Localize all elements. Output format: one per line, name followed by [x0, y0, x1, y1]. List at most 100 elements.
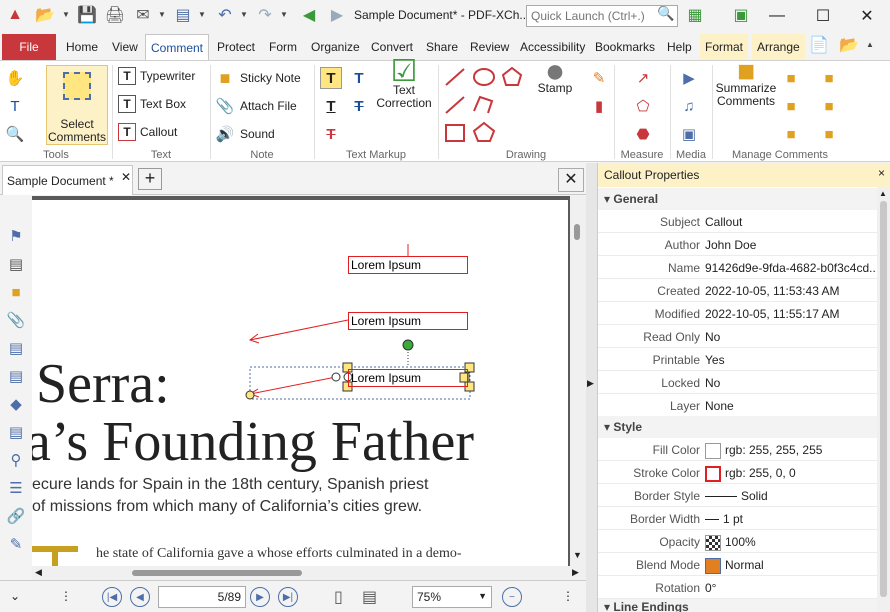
forward-icon[interactable]: ▶	[326, 4, 348, 26]
summarize-comments-button[interactable]: ■ Summarize Comments	[714, 57, 778, 108]
prop-value[interactable]: Callout	[705, 215, 875, 229]
prop-row-stroke-color[interactable]: Stroke Color rgb: 255, 0, 0	[598, 461, 878, 484]
audio-icon[interactable]: ♫	[678, 95, 700, 117]
prop-value[interactable]: Solid	[705, 489, 875, 503]
next-page-button[interactable]: ▶	[250, 587, 270, 607]
callout-annotation-2[interactable]: Lorem Ipsum	[348, 312, 468, 330]
callout-annotation-1[interactable]: Lorem Ipsum	[348, 256, 468, 274]
continuous-page-icon[interactable]: ▤	[362, 587, 377, 607]
sticky-note-button[interactable]: ■ Sticky Note	[214, 67, 301, 89]
redo-dropdown-icon[interactable]: ▼	[280, 10, 288, 19]
prop-value[interactable]: rgb: 255, 255, 255	[705, 443, 875, 459]
prop-row-printable[interactable]: Printable Yes	[598, 348, 878, 371]
select-text-icon[interactable]: T	[4, 95, 26, 117]
prop-row-locked[interactable]: Locked No	[598, 371, 878, 394]
open-dropdown-icon[interactable]: ▼	[62, 10, 70, 19]
document-tab[interactable]: Sample Document * ✕	[2, 165, 133, 195]
prop-value[interactable]: 2022-10-05, 11:55:17 AM	[705, 307, 875, 321]
scroll-down-icon[interactable]: ▼	[573, 550, 582, 560]
tab-view[interactable]: View	[107, 34, 143, 60]
quick-launch-input[interactable]	[526, 5, 678, 27]
prop-value[interactable]: Yes	[705, 353, 875, 367]
prop-value[interactable]: No	[705, 330, 875, 344]
prop-row-border-style[interactable]: Border Style Solid	[598, 484, 878, 507]
typewriter-button[interactable]: T Typewriter	[118, 67, 195, 85]
prop-value[interactable]: 2022-10-05, 11:53:43 AM	[705, 284, 875, 298]
status-more-icon[interactable]: ⋮	[562, 589, 574, 603]
pdf-page[interactable]: Serra: a’s Founding Father ecure lands f…	[32, 200, 568, 566]
ribbon-collapse-icon[interactable]: ▲	[866, 40, 874, 49]
show-comments-icon[interactable]: ■	[780, 123, 802, 145]
underline-icon[interactable]: T	[348, 67, 370, 89]
flatten-comments-icon[interactable]: ■	[818, 123, 840, 145]
prop-row-name[interactable]: Name 91426d9e-9fda-4682-b0f3c4cd...	[598, 256, 878, 279]
callout-button[interactable]: T Callout	[118, 123, 177, 141]
prop-value[interactable]: Normal	[705, 558, 875, 574]
email-dropdown-icon[interactable]: ▼	[158, 10, 166, 19]
undo-icon[interactable]: ↶	[214, 4, 236, 26]
undo-dropdown-icon[interactable]: ▼	[240, 10, 248, 19]
hand-tool-icon[interactable]: ✋	[4, 67, 26, 89]
panel-splitter[interactable]: ▶	[586, 163, 597, 612]
text-box-button[interactable]: T Text Box	[118, 95, 186, 113]
close-window-button[interactable]: ✕	[844, 0, 890, 32]
previous-page-button[interactable]: ◀	[130, 587, 150, 607]
comment-list-icon[interactable]: ■	[818, 67, 840, 89]
prop-value[interactable]: John Doe	[705, 238, 875, 252]
callout-annotation-3-selected[interactable]: Lorem Ipsum	[348, 369, 468, 387]
tab-help[interactable]: Help	[662, 34, 697, 60]
vertical-scrollbar[interactable]: ▼	[570, 196, 586, 566]
comments-icon[interactable]: ■	[6, 282, 26, 302]
select-comments-button[interactable]: Select Comments	[46, 65, 108, 145]
attachments-icon[interactable]: 📎	[6, 310, 26, 330]
fullscreen-icon[interactable]: ▣	[730, 4, 752, 26]
video-icon[interactable]: ▶	[678, 67, 700, 89]
distance-icon[interactable]: ↗	[632, 67, 654, 89]
scan-icon[interactable]: ▤	[172, 4, 194, 26]
drawing-tools-grid[interactable]	[442, 65, 526, 147]
prop-row-opacity[interactable]: Opacity 100%	[598, 530, 878, 553]
prop-row-author[interactable]: Author John Doe	[598, 233, 878, 256]
first-page-button[interactable]: |◀	[102, 587, 122, 607]
prop-row-modified[interactable]: Modified 2022-10-05, 11:55:17 AM	[598, 302, 878, 325]
panel-scroll-thumb[interactable]	[880, 201, 887, 597]
squiggly-icon[interactable]: T	[320, 95, 342, 117]
section-general[interactable]: ▾ General	[598, 188, 878, 210]
save-icon[interactable]: 💾	[76, 4, 98, 26]
layers-icon[interactable]: ◆	[6, 394, 26, 414]
eraser-icon[interactable]: ▮	[588, 95, 610, 117]
single-page-icon[interactable]: ▯	[334, 587, 343, 607]
highlight-icon[interactable]: T	[320, 67, 342, 89]
prop-row-created[interactable]: Created 2022-10-05, 11:53:43 AM	[598, 279, 878, 302]
close-panel-icon[interactable]: ×	[878, 166, 885, 180]
tab-share[interactable]: Share	[421, 34, 463, 60]
tab-bookmarks[interactable]: Bookmarks	[590, 34, 660, 60]
vertical-scroll-thumb[interactable]	[574, 224, 580, 240]
document-properties-icon[interactable]: 📄	[808, 34, 830, 56]
ui-options-icon[interactable]: ▦	[684, 4, 706, 26]
links-icon[interactable]: 🔗	[6, 506, 26, 526]
prop-row-layer[interactable]: Layer None	[598, 394, 878, 417]
zoom-out-button[interactable]: −	[502, 587, 522, 607]
sound-button[interactable]: 🔊 Sound	[214, 123, 275, 145]
destinations-icon[interactable]: ⚲	[6, 450, 26, 470]
3d-model-icon[interactable]: ▣	[678, 123, 700, 145]
prop-row-rotation[interactable]: Rotation 0°	[598, 576, 878, 599]
comment-styles-icon[interactable]: ■	[818, 95, 840, 117]
close-tab-icon[interactable]: ✕	[121, 170, 131, 184]
prop-row-read-only[interactable]: Read Only No	[598, 325, 878, 348]
area-icon[interactable]: ⬣	[632, 123, 654, 145]
document-viewport[interactable]: Serra: a’s Founding Father ecure lands f…	[32, 196, 586, 566]
new-tab-button[interactable]: +	[138, 168, 162, 190]
minimize-button[interactable]: —	[754, 0, 800, 32]
prop-row-border-width[interactable]: Border Width 1 pt	[598, 507, 878, 530]
stamp-button[interactable]: ● Stamp	[528, 54, 582, 95]
export-comments-icon[interactable]: ■	[780, 95, 802, 117]
tab-organize[interactable]: Organize	[306, 34, 365, 60]
content-icon[interactable]: ▤	[6, 338, 26, 358]
stroke-color-swatch[interactable]	[705, 466, 721, 482]
prop-value[interactable]: 1 pt	[705, 512, 875, 526]
search-icon[interactable]: 🔍	[657, 5, 674, 22]
maximize-button[interactable]: ☐	[800, 0, 846, 32]
prop-value[interactable]: 100%	[705, 535, 875, 551]
